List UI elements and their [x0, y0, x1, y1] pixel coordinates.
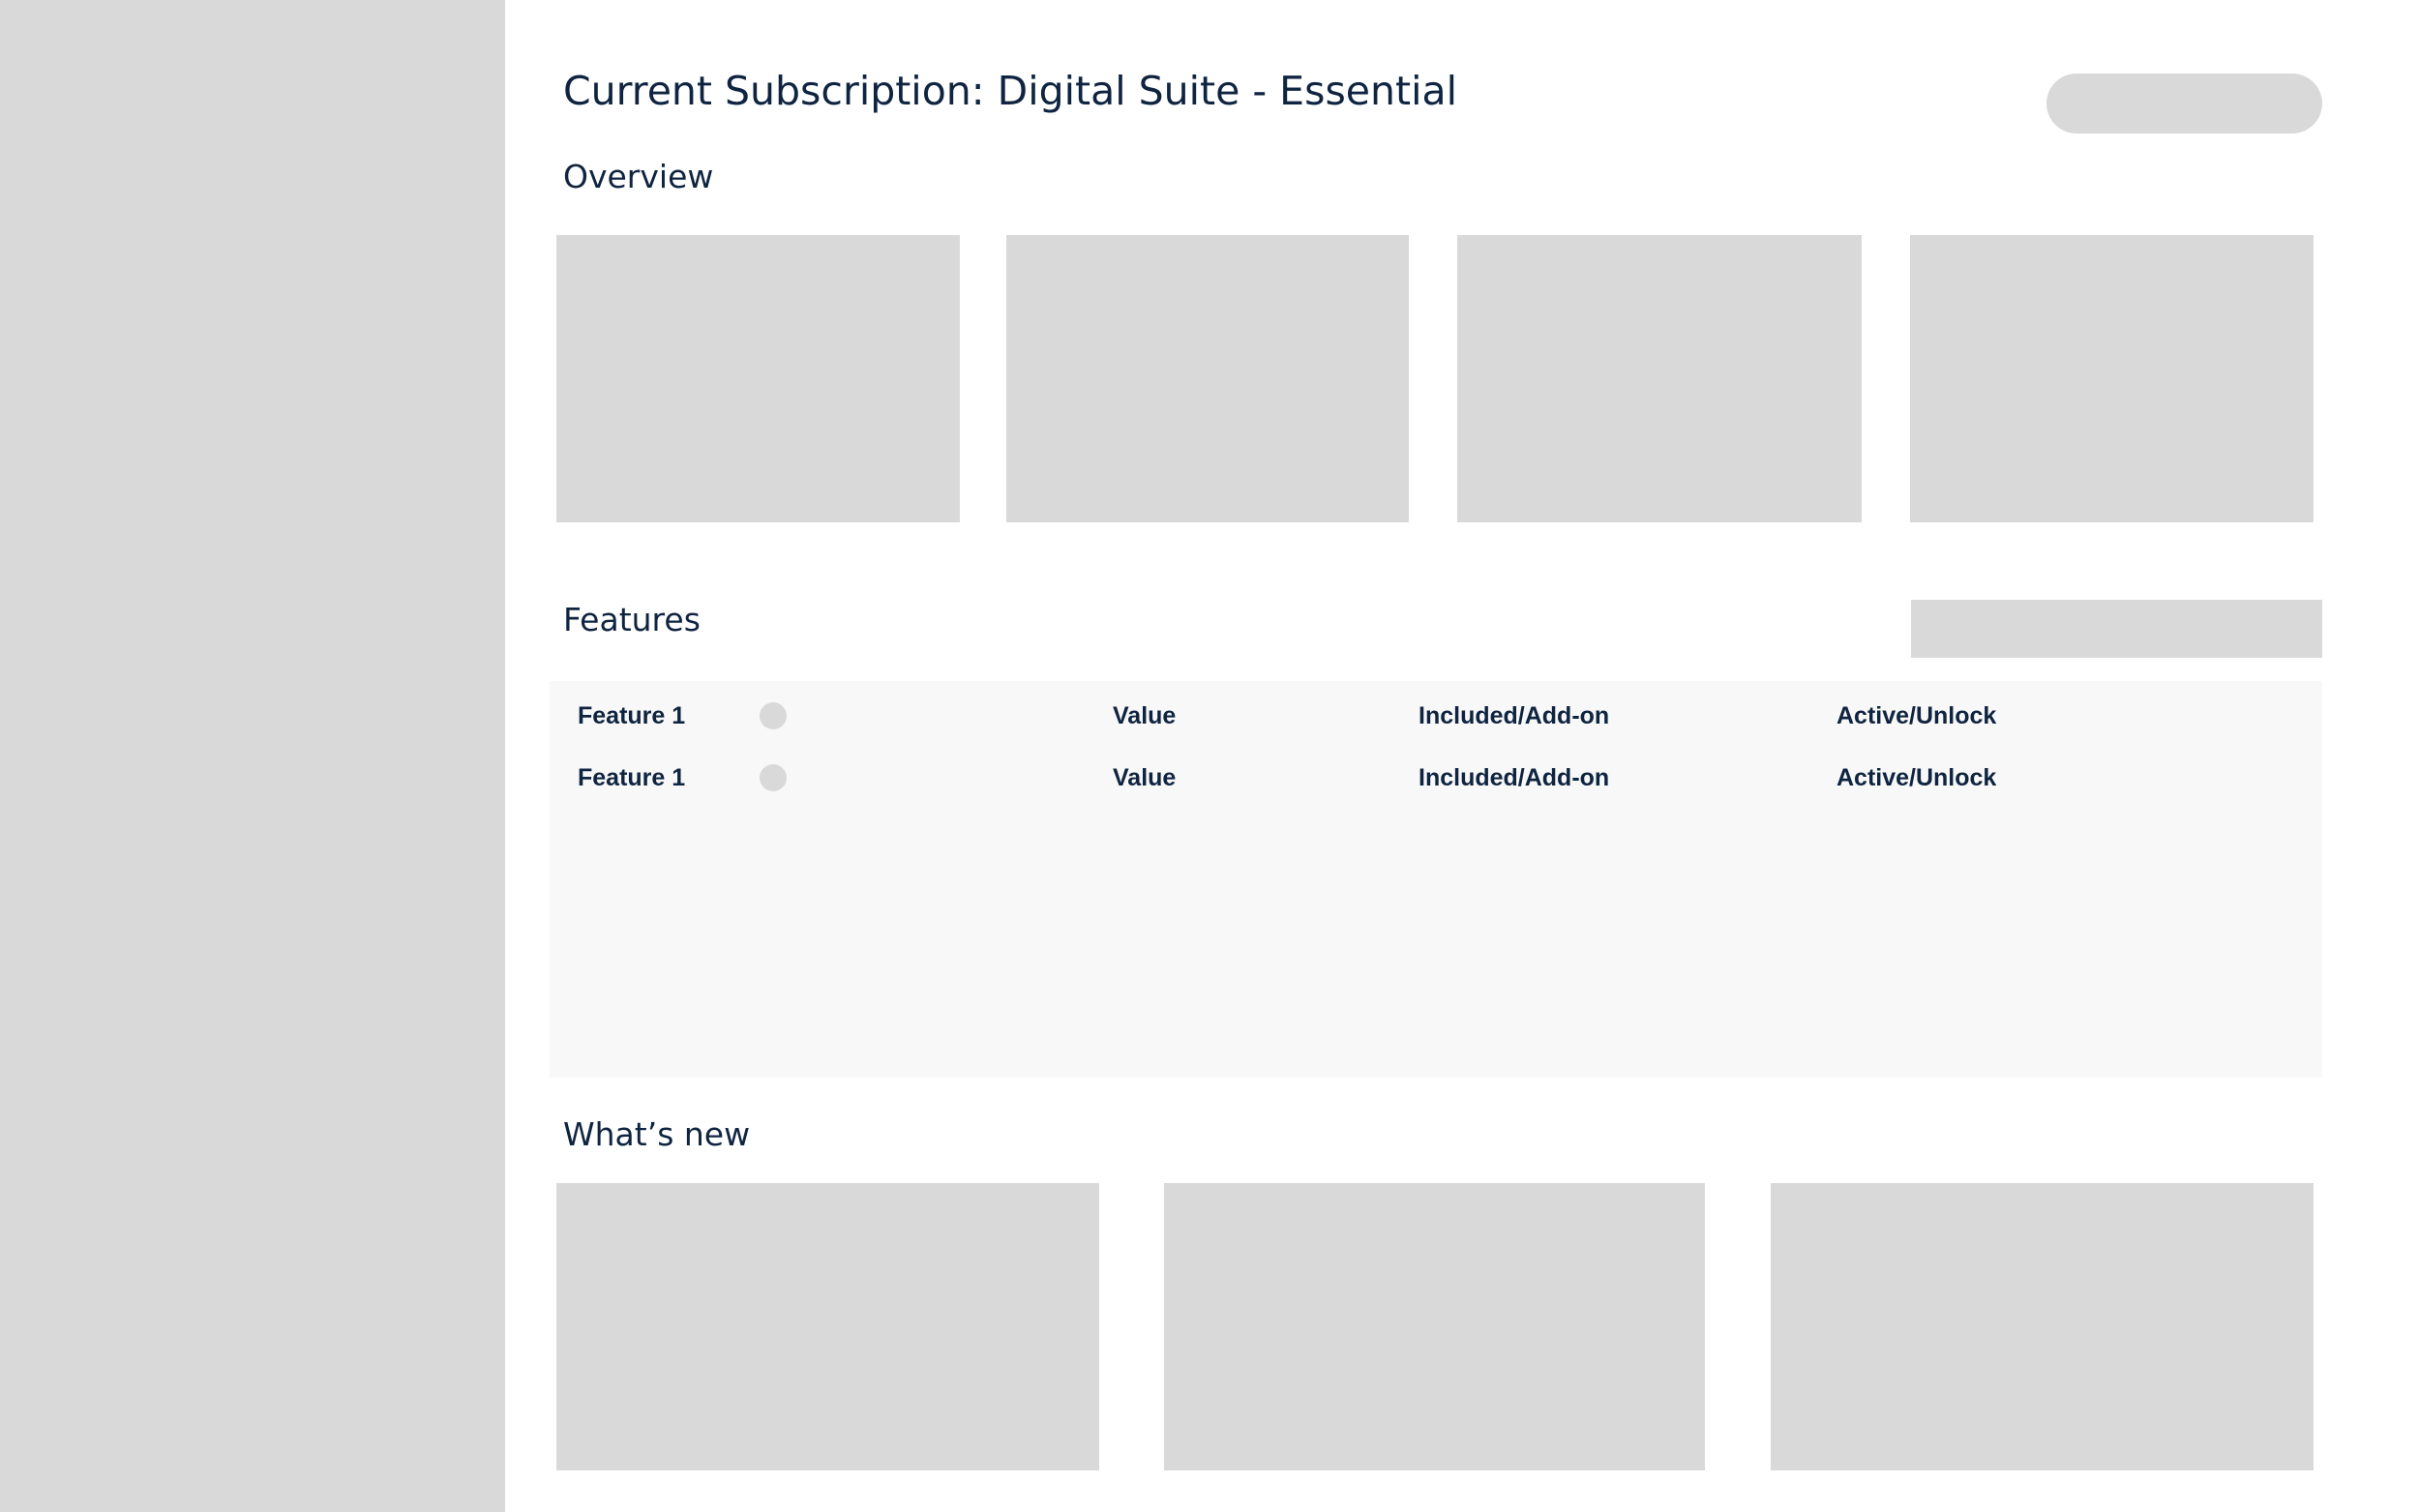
- sidebar: [0, 0, 505, 1512]
- features-table: Feature 1 Value Included/Add-on Active/U…: [550, 681, 2322, 1078]
- overview-card[interactable]: [556, 235, 960, 522]
- whats-new-card[interactable]: [1771, 1183, 2314, 1470]
- overview-heading: Overview: [563, 158, 714, 195]
- overview-card[interactable]: [1910, 235, 2314, 522]
- feature-action-link[interactable]: Active/Unlock: [1837, 758, 1996, 797]
- table-row[interactable]: Feature 1 Value Included/Add-on Active/U…: [550, 758, 2322, 797]
- feature-name: Feature 1: [578, 764, 686, 791]
- overview-card[interactable]: [1457, 235, 1862, 522]
- info-icon[interactable]: [760, 702, 787, 729]
- table-row[interactable]: Feature 1 Value Included/Add-on Active/U…: [550, 697, 2322, 735]
- features-heading: Features: [563, 601, 701, 638]
- overview-card[interactable]: [1006, 235, 1409, 522]
- feature-type: Included/Add-on: [1419, 702, 1610, 729]
- whats-new-heading: What’s new: [563, 1115, 751, 1153]
- whats-new-card[interactable]: [1164, 1183, 1705, 1470]
- feature-type: Included/Add-on: [1419, 764, 1610, 791]
- feature-value: Value: [1113, 764, 1177, 791]
- feature-name: Feature 1: [578, 702, 686, 729]
- features-filter[interactable]: [1911, 600, 2322, 658]
- whats-new-card[interactable]: [556, 1183, 1099, 1470]
- feature-value: Value: [1113, 702, 1177, 729]
- page-title: Current Subscription: Digital Suite - Es…: [563, 68, 1458, 114]
- feature-action-link[interactable]: Active/Unlock: [1837, 697, 1996, 735]
- header-action-button[interactable]: [2046, 74, 2322, 133]
- info-icon[interactable]: [760, 764, 787, 791]
